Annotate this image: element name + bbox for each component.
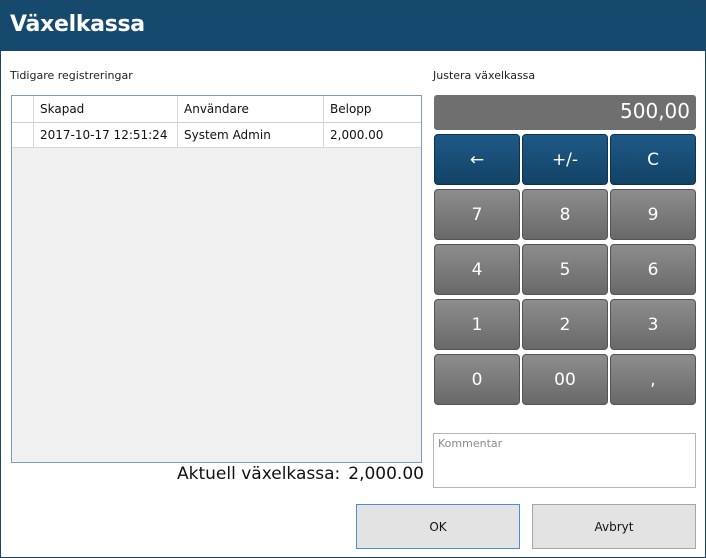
change-fund-dialog: Växelkassa Tidigare registreringar Juste… bbox=[0, 0, 706, 558]
row-header-corner bbox=[12, 96, 34, 122]
key-9[interactable]: 9 bbox=[610, 189, 696, 240]
sign-toggle-key[interactable]: +/- bbox=[522, 134, 608, 185]
current-change-fund-value: 2,000.00 bbox=[348, 464, 424, 484]
key-00[interactable]: 00 bbox=[522, 354, 608, 405]
cell-created: 2017-10-17 12:51:24 bbox=[34, 123, 178, 147]
amount-display: 500,00 bbox=[434, 95, 696, 130]
key-5[interactable]: 5 bbox=[522, 244, 608, 295]
history-table[interactable]: Skapad Användare Belopp 2017-10-17 12:51… bbox=[11, 95, 422, 463]
key-8[interactable]: 8 bbox=[522, 189, 608, 240]
key-6[interactable]: 6 bbox=[610, 244, 696, 295]
backspace-key[interactable]: ← bbox=[434, 134, 520, 185]
key-7[interactable]: 7 bbox=[434, 189, 520, 240]
clear-key[interactable]: C bbox=[610, 134, 696, 185]
cell-user: System Admin bbox=[178, 123, 324, 147]
key-3[interactable]: 3 bbox=[610, 299, 696, 350]
table-row[interactable]: 2017-10-17 12:51:24 System Admin 2,000.0… bbox=[12, 123, 421, 148]
dialog-title: Växelkassa bbox=[10, 12, 145, 37]
history-label: Tidigare registreringar bbox=[10, 69, 133, 82]
cancel-button[interactable]: Avbryt bbox=[532, 504, 696, 549]
comment-input[interactable] bbox=[434, 434, 695, 487]
comment-box bbox=[433, 433, 696, 488]
column-header-amount[interactable]: Belopp bbox=[324, 96, 421, 122]
column-header-user[interactable]: Användare bbox=[178, 96, 324, 122]
key-comma[interactable]: , bbox=[610, 354, 696, 405]
key-1[interactable]: 1 bbox=[434, 299, 520, 350]
key-0[interactable]: 0 bbox=[434, 354, 520, 405]
current-change-fund: Aktuell växelkassa: 2,000.00 bbox=[177, 464, 424, 484]
amount-display-value: 500,00 bbox=[620, 99, 690, 123]
column-header-created[interactable]: Skapad bbox=[34, 96, 178, 122]
key-2[interactable]: 2 bbox=[522, 299, 608, 350]
cell-amount: 2,000.00 bbox=[330, 128, 384, 142]
row-header[interactable] bbox=[12, 123, 34, 147]
adjust-label: Justera växelkassa bbox=[433, 69, 536, 82]
key-4[interactable]: 4 bbox=[434, 244, 520, 295]
ok-button[interactable]: OK bbox=[356, 504, 520, 549]
current-change-fund-label: Aktuell växelkassa: bbox=[177, 464, 341, 484]
table-header: Skapad Användare Belopp bbox=[12, 96, 421, 123]
title-bar: Växelkassa bbox=[1, 1, 705, 51]
